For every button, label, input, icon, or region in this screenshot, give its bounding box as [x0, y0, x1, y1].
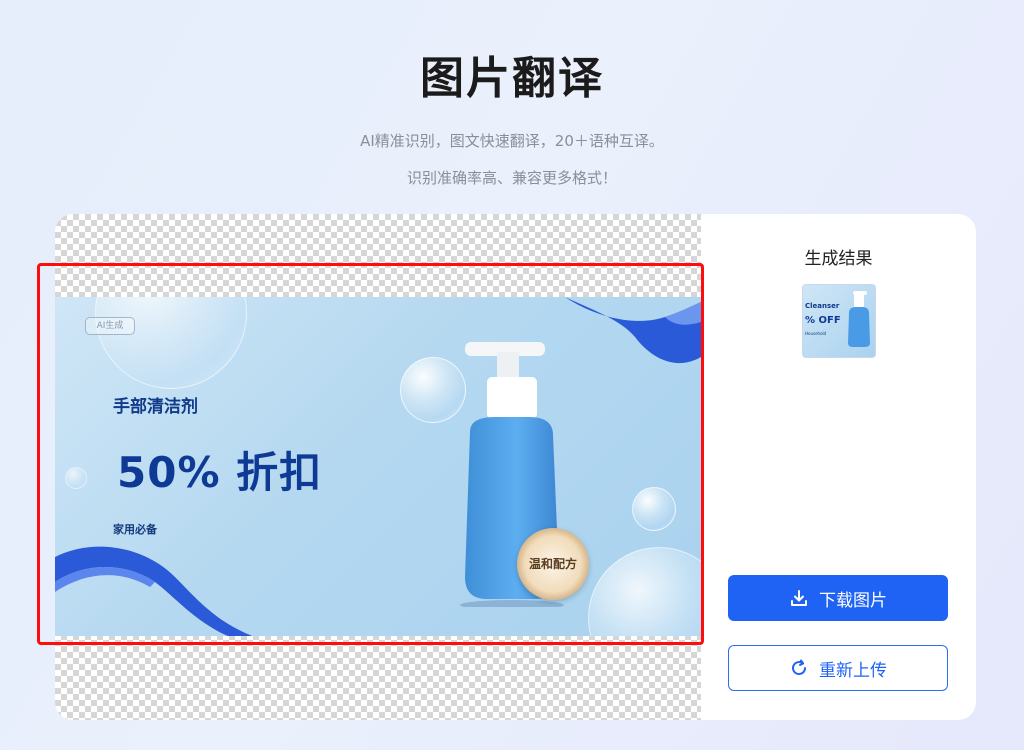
results-title: 生成结果 — [804, 249, 873, 269]
reupload-button-label: 重新上传 — [819, 660, 887, 681]
thumb-text-off: % OFF — [805, 315, 841, 326]
page-title: 图片翻译 — [420, 53, 604, 104]
selection-frame — [37, 263, 704, 645]
reupload-button[interactable]: 重新上传 — [728, 645, 948, 691]
download-button[interactable]: 下载图片 — [728, 575, 948, 621]
thumb-text-cleanser: Cleanser — [805, 302, 840, 310]
thumb-bottle-icon — [848, 291, 870, 347]
download-icon — [789, 588, 809, 608]
subtitle-line-2: 识别准确率高、兼容更多格式！ — [406, 169, 617, 187]
result-thumbnail[interactable]: Cleanser % OFF Household — [802, 284, 876, 358]
thumb-text-household: Household — [805, 331, 827, 336]
download-button-label: 下载图片 — [819, 590, 887, 611]
refresh-icon — [789, 658, 809, 678]
subtitle-line-1: AI精准识别，图文快速翻译，20＋语种互译。 — [360, 132, 664, 150]
